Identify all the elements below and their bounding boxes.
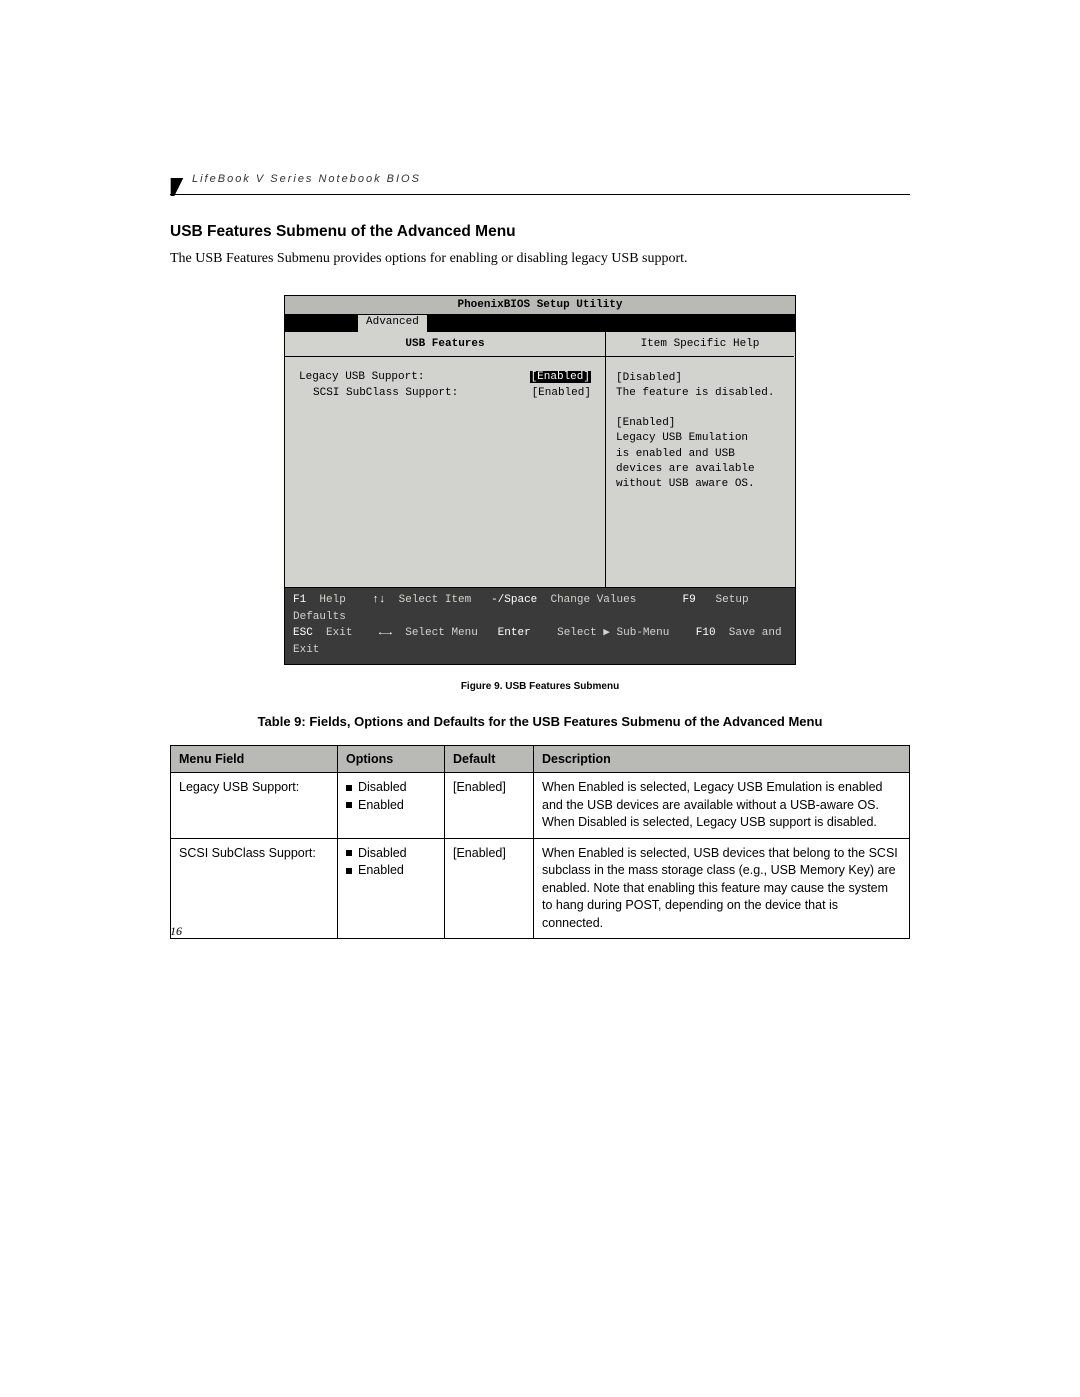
table-caption: Table 9: Fields, Options and Defaults fo…: [170, 714, 910, 729]
setting-label: SCSI SubClass Support:: [313, 387, 458, 399]
bullet-icon: [346, 802, 352, 808]
col-header: Menu Field: [171, 746, 338, 773]
cell-default: [Enabled]: [445, 838, 534, 939]
bios-tab-advanced: Advanced: [357, 315, 428, 332]
setting-label: Legacy USB Support:: [299, 371, 424, 383]
cell-description: When Enabled is selected, USB devices th…: [534, 838, 910, 939]
col-header: Description: [534, 746, 910, 773]
page-number: 16: [170, 924, 182, 939]
bullet-icon: [346, 850, 352, 856]
col-header: Default: [445, 746, 534, 773]
bios-tab-bar: Advanced: [285, 315, 795, 332]
setting-value-selected: [Enabled]: [530, 371, 591, 383]
bios-screenshot: PhoenixBIOS Setup Utility Advanced USB F…: [284, 295, 796, 665]
cell-description: When Enabled is selected, Legacy USB Emu…: [534, 773, 910, 839]
help-line: Legacy USB Emulation: [616, 431, 784, 446]
cell-field: SCSI SubClass Support:: [171, 838, 338, 939]
table-header-row: Menu Field Options Default Description: [171, 746, 910, 773]
document-page: LifeBook V Series Notebook BIOS USB Feat…: [0, 0, 1080, 999]
bios-setting-row: Legacy USB Support: [Enabled]: [299, 371, 591, 383]
header-rule: [170, 194, 910, 195]
bullet-icon: [346, 868, 352, 874]
cell-options: Disabled Enabled: [338, 838, 445, 939]
bios-title: PhoenixBIOS Setup Utility: [285, 296, 795, 315]
help-line: [Disabled]: [616, 371, 784, 386]
page-header: LifeBook V Series Notebook BIOS: [170, 170, 910, 188]
table-row: Legacy USB Support: Disabled Enabled [En…: [171, 773, 910, 839]
help-line: is enabled and USB: [616, 447, 784, 462]
help-line: without USB aware OS.: [616, 477, 784, 492]
intro-paragraph: The USB Features Submenu provides option…: [170, 251, 910, 267]
header-arrow-icon: [170, 178, 184, 196]
figure-caption: Figure 9. USB Features Submenu: [170, 681, 910, 692]
cell-default: [Enabled]: [445, 773, 534, 839]
cell-options: Disabled Enabled: [338, 773, 445, 839]
bios-help-title: Item Specific Help: [606, 332, 794, 357]
section-title: USB Features Submenu of the Advanced Men…: [170, 223, 910, 241]
bios-setting-row: SCSI SubClass Support: [Enabled]: [299, 387, 591, 399]
bios-footer: F1 Help ↑↓ Select Item -/Space Change Va…: [285, 588, 795, 664]
table-row: SCSI SubClass Support: Disabled Enabled …: [171, 838, 910, 939]
header-text: LifeBook V Series Notebook BIOS: [192, 173, 421, 185]
bios-help-panel: [Disabled] The feature is disabled. [Ena…: [606, 357, 794, 587]
cell-field: Legacy USB Support:: [171, 773, 338, 839]
setting-value: [Enabled]: [532, 387, 591, 399]
help-line: [Enabled]: [616, 416, 784, 431]
help-line: devices are available: [616, 462, 784, 477]
options-table: Menu Field Options Default Description L…: [170, 745, 910, 939]
bios-settings-panel: Legacy USB Support: [Enabled] SCSI SubCl…: [285, 357, 605, 587]
bios-subtitle: USB Features: [285, 332, 605, 357]
help-line: The feature is disabled.: [616, 386, 784, 401]
col-header: Options: [338, 746, 445, 773]
bullet-icon: [346, 785, 352, 791]
